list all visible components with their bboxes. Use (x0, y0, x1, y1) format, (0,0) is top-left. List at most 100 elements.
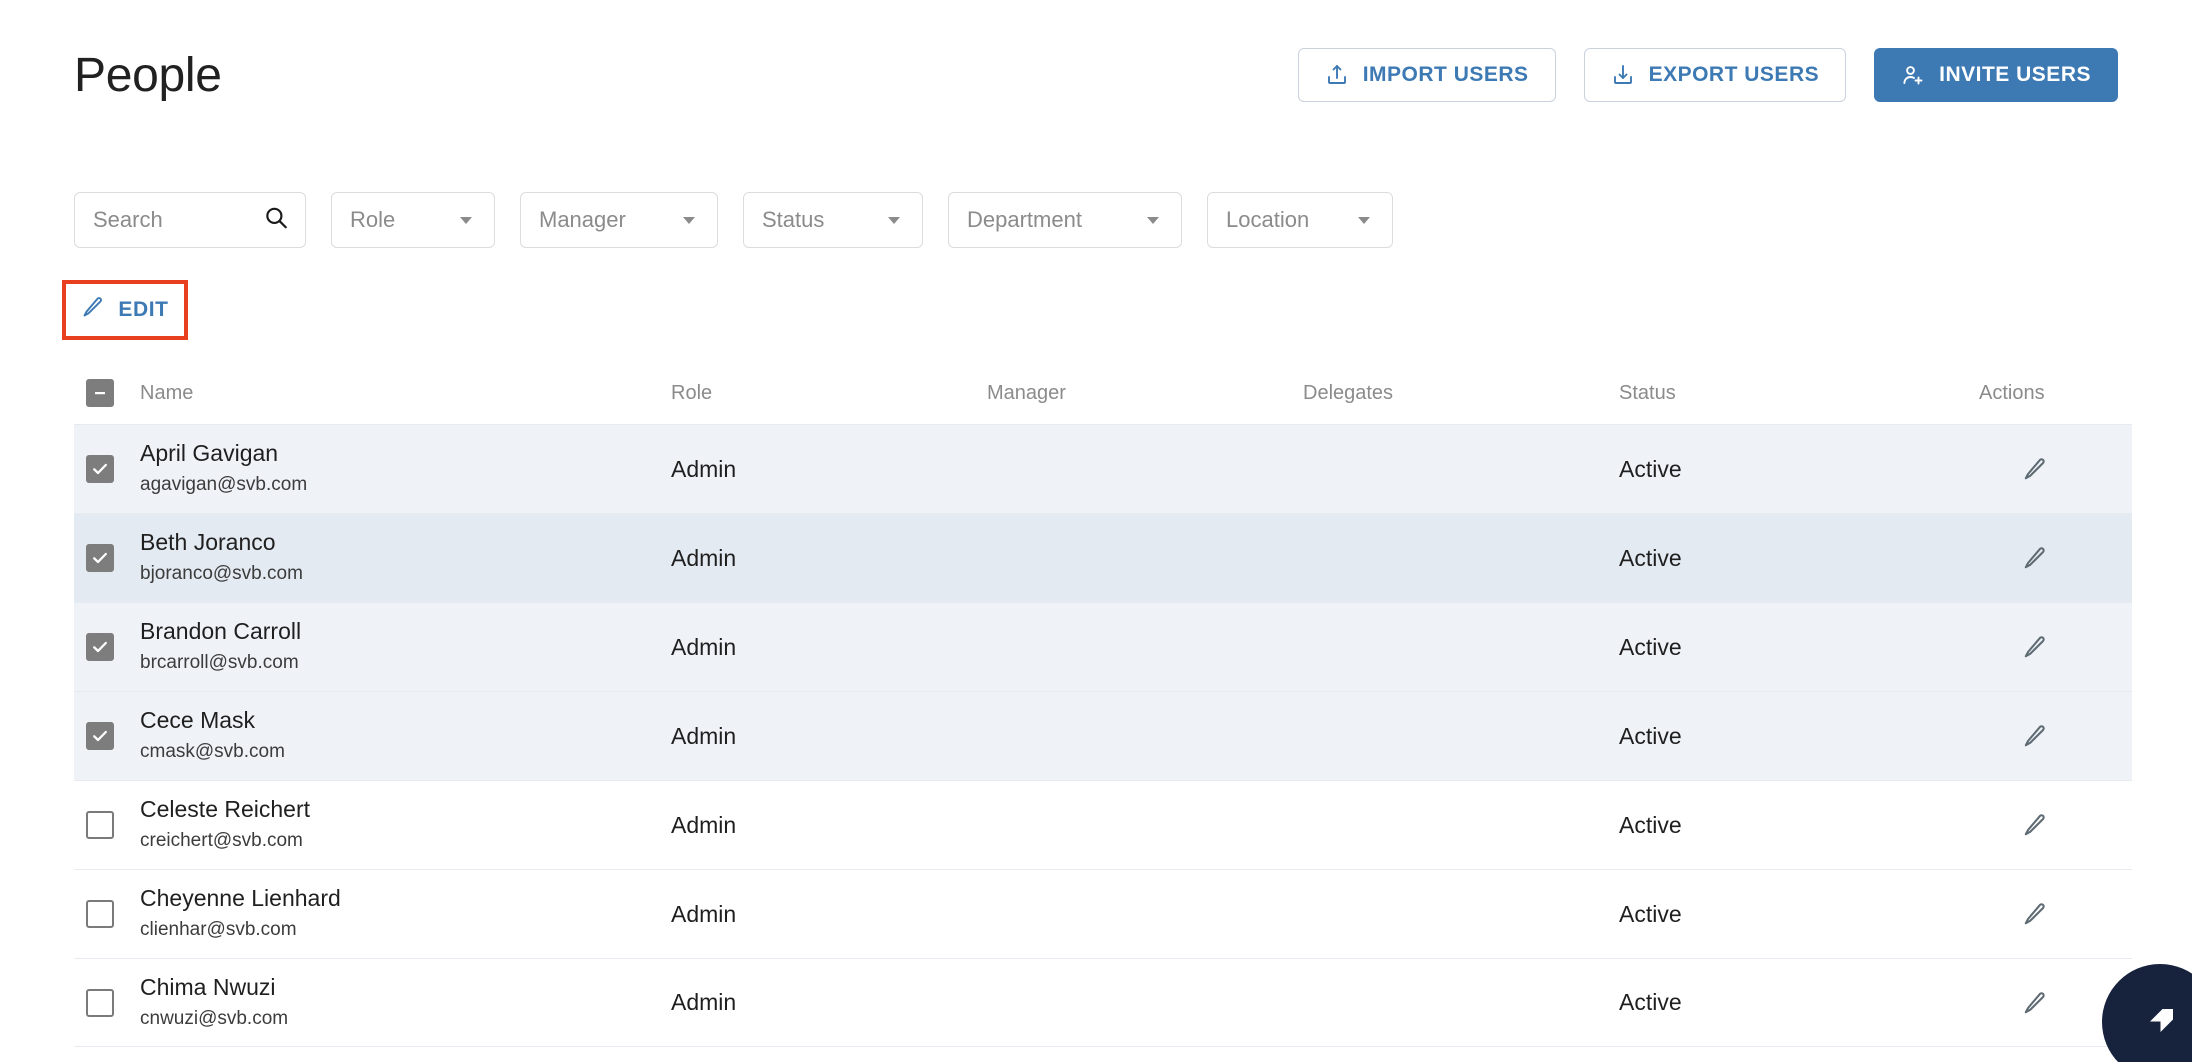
table-header-row: Name Role Manager Delegates Status Actio… (74, 362, 2132, 424)
person-name: Chima Nwuzi (140, 973, 276, 1000)
row-edit-pencil-icon[interactable] (2022, 723, 2048, 749)
cell-role: Admin (671, 455, 737, 482)
upload-icon (1325, 63, 1349, 87)
row-edit-pencil-icon[interactable] (2022, 812, 2048, 838)
table-row[interactable]: Chima Nwuzi cnwuzi@svb.com Admin Active (74, 958, 2132, 1047)
filter-role-dropdown[interactable]: Role (331, 192, 495, 248)
row-checkbox[interactable] (86, 544, 114, 572)
row-select-cell (74, 455, 140, 483)
page-header: People IMPORT USERS EXPORT USERS INVITE … (74, 40, 2118, 112)
chevron-down-icon (1119, 210, 1163, 230)
messenger-arrow-icon (2138, 998, 2182, 1047)
row-edit-pencil-icon[interactable] (2022, 901, 2048, 927)
page-title: People (74, 49, 222, 102)
table-row[interactable]: April Gavigan agavigan@svb.com Admin Active (74, 424, 2132, 513)
invite-users-button[interactable]: INVITE USERS (1874, 48, 2118, 102)
person-name: Cece Mask (140, 707, 256, 734)
cell-actions (1937, 812, 2132, 838)
row-edit-pencil-icon[interactable] (2022, 456, 2048, 482)
cell-name: Brandon Carroll brcarroll@svb.com (140, 617, 671, 676)
cell-role: Admin (671, 633, 737, 660)
person-email: creichert@svb.com (140, 830, 303, 852)
person-add-icon (1901, 63, 1925, 87)
person-name: Beth Joranco (140, 529, 276, 556)
column-header-name: Name (140, 381, 194, 404)
cell-role: Admin (671, 811, 737, 838)
cell-actions (1937, 545, 2132, 571)
chevron-down-icon (1330, 210, 1374, 230)
person-name: April Gavigan (140, 440, 279, 467)
column-header-delegates: Delegates (1303, 381, 1394, 404)
select-all-checkbox[interactable] (86, 379, 114, 407)
filter-department-dropdown[interactable]: Department (948, 192, 1182, 248)
row-checkbox[interactable] (86, 455, 114, 483)
cell-name: Beth Joranco bjoranco@svb.com (140, 528, 671, 587)
row-checkbox[interactable] (86, 633, 114, 661)
cell-name: Cheyenne Lienhard clienhar@svb.com (140, 884, 671, 943)
row-select-cell (74, 988, 140, 1017)
filter-department-label: Department (967, 207, 1082, 232)
person-email: agavigan@svb.com (140, 474, 308, 496)
person-email: cnwuzi@svb.com (140, 1007, 289, 1029)
edit-button-label: EDIT (118, 298, 169, 321)
row-edit-pencil-icon[interactable] (2022, 545, 2048, 571)
table-row[interactable]: Beth Joranco bjoranco@svb.com Admin Active (74, 513, 2132, 602)
cell-role: Admin (671, 544, 737, 571)
column-header-role: Role (671, 381, 713, 404)
import-users-button[interactable]: IMPORT USERS (1297, 48, 1556, 102)
column-header-status: Status (1619, 381, 1676, 404)
filter-location-label: Location (1226, 207, 1310, 232)
cell-status: Active (1619, 989, 1682, 1015)
person-name: Cheyenne Lienhard (140, 885, 341, 912)
person-email: cmask@svb.com (140, 741, 285, 763)
export-users-button[interactable]: EXPORT USERS (1583, 48, 1847, 102)
column-header-actions: Actions (1979, 381, 2045, 404)
filter-manager-label: Manager (539, 207, 626, 232)
cell-status: Active (1619, 544, 1682, 571)
import-users-label: IMPORT USERS (1362, 63, 1529, 86)
cell-name: Celeste Reichert creichert@svb.com (140, 795, 671, 854)
filter-status-label: Status (762, 207, 825, 232)
cell-actions (1937, 901, 2132, 927)
chevron-down-icon (860, 210, 904, 230)
download-icon (1611, 63, 1635, 87)
row-checkbox[interactable] (86, 722, 114, 750)
header-actions: IMPORT USERS EXPORT USERS INVITE USERS (1297, 48, 2118, 102)
cell-status: Active (1619, 900, 1682, 927)
table-row[interactable]: Celeste Reichert creichert@svb.com Admin Ac… (74, 780, 2132, 869)
edit-button[interactable]: EDIT (81, 295, 168, 325)
table-row[interactable]: Cheyenne Lienhard clienhar@svb.com Admin Ac… (74, 869, 2132, 958)
row-edit-pencil-icon[interactable] (2022, 634, 2048, 660)
row-edit-pencil-icon[interactable] (2022, 990, 2048, 1016)
edit-button-highlight: EDIT (62, 280, 188, 340)
filter-status-dropdown[interactable]: Status (743, 192, 923, 248)
cell-role: Admin (671, 722, 737, 749)
search-icon[interactable] (263, 205, 289, 236)
cell-role: Admin (671, 900, 737, 927)
person-email: bjoranco@svb.com (140, 563, 303, 585)
person-email: clienhar@svb.com (140, 919, 297, 941)
table-body: April Gavigan agavigan@svb.com Admin Active… (74, 424, 2132, 1047)
row-select-cell (74, 722, 140, 750)
row-checkbox[interactable] (86, 811, 114, 839)
cell-actions (1937, 456, 2132, 482)
row-checkbox[interactable] (86, 900, 114, 928)
row-checkbox[interactable] (86, 988, 114, 1017)
cell-name: Chima Nwuzi cnwuzi@svb.com (140, 973, 671, 1032)
row-select-cell (74, 811, 140, 839)
person-name: Brandon Carroll (140, 618, 302, 645)
row-select-cell (74, 900, 140, 928)
row-select-cell (74, 544, 140, 572)
filter-location-dropdown[interactable]: Location (1207, 192, 1393, 248)
cell-actions (1937, 723, 2132, 749)
filter-manager-dropdown[interactable]: Manager (520, 192, 718, 248)
pencil-icon (81, 295, 105, 325)
cell-name: Cece Mask cmask@svb.com (140, 706, 671, 765)
search-box[interactable] (74, 192, 306, 248)
cell-actions (1937, 634, 2132, 660)
people-page: People IMPORT USERS EXPORT USERS INVITE … (0, 0, 2192, 1062)
select-all-cell (74, 379, 140, 407)
cell-status: Active (1619, 455, 1682, 482)
table-row[interactable]: Brandon Carroll brcarroll@svb.com Admin Act… (74, 602, 2132, 691)
table-row[interactable]: Cece Mask cmask@svb.com Admin Active (74, 691, 2132, 780)
